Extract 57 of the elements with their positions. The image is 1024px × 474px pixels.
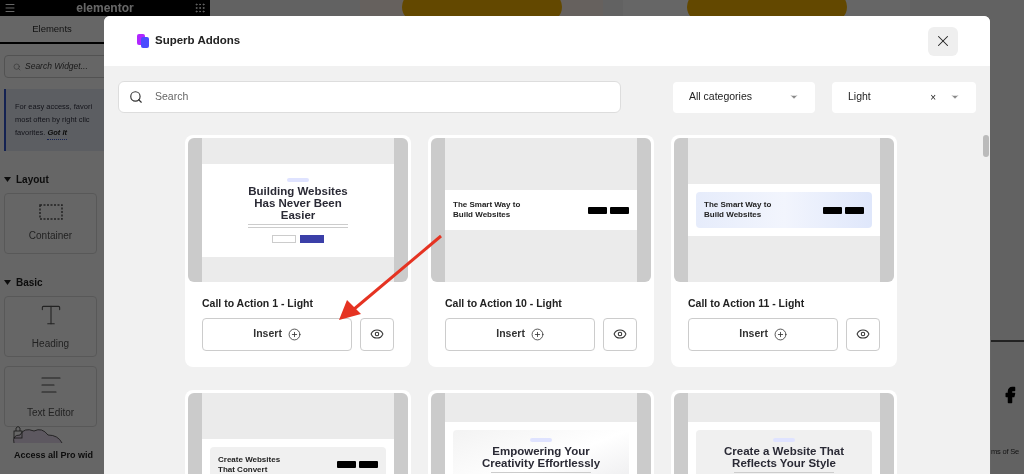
plus-circle-icon <box>773 327 787 341</box>
template-title: Call to Action 11 - Light <box>688 296 806 311</box>
close-button[interactable] <box>928 26 958 56</box>
insert-button[interactable]: Insert <box>445 317 596 351</box>
insert-button[interactable]: Insert <box>202 317 353 351</box>
widget-label: Container <box>28 229 73 243</box>
grid-icon[interactable] <box>194 2 206 14</box>
preview-heading: Empowering Your Creativity Effortlessly <box>481 445 601 470</box>
widget-label: Heading <box>31 337 70 351</box>
logo-icon <box>137 34 149 48</box>
dropdown-value: All categories <box>689 89 754 105</box>
app-store-badge <box>588 206 607 214</box>
filter-dropdown[interactable]: Light × <box>832 81 976 113</box>
dashed-rectangle-icon <box>38 204 63 220</box>
search-placeholder: Search Widget... <box>25 60 88 73</box>
caret-icon <box>789 92 799 102</box>
preview-button[interactable] <box>846 317 880 351</box>
preview-heading: Create a Website That Reflects Your Style <box>724 445 844 470</box>
filter-dropdown[interactable]: All categories <box>673 81 815 113</box>
caret-icon <box>950 92 960 102</box>
preview-heading: Building Websites Has Never Been Easier <box>247 184 349 221</box>
plus-circle-icon <box>530 327 544 341</box>
promo-text: Access all Pro wid <box>14 449 94 462</box>
caret-icon[interactable] <box>4 176 11 182</box>
preview-button[interactable] <box>360 317 394 351</box>
badge-mark <box>287 177 309 182</box>
clear-button[interactable]: × <box>930 89 936 105</box>
search-field[interactable]: Search <box>118 81 621 113</box>
section-heading: Basic <box>16 275 43 290</box>
search-icon <box>129 90 143 104</box>
caret-icon[interactable] <box>4 279 11 285</box>
insert-button[interactable]: Insert <box>688 317 839 351</box>
google-play-badge <box>845 206 864 214</box>
eye-icon <box>613 327 628 342</box>
template-title: Call to Action 10 - Light <box>445 296 563 311</box>
badge-mark <box>530 438 552 443</box>
brand-name: elementor <box>76 2 134 14</box>
app-store-badge <box>823 206 842 214</box>
widget-label: Text Editor <box>26 406 75 420</box>
app-store-badge <box>337 461 356 469</box>
modal-title: Superb Addons <box>155 33 241 49</box>
search-icon <box>13 62 21 71</box>
preview-heading: The Smart Way to Build Websites <box>453 200 522 220</box>
menu-icon[interactable] <box>4 2 16 14</box>
google-play-badge <box>359 461 378 469</box>
dropdown-value: Light <box>848 89 872 105</box>
preview-heading: The Smart Way to Build Websites <box>704 200 773 220</box>
scrollbar-thumb[interactable] <box>983 135 989 157</box>
preview-button[interactable] <box>603 317 637 351</box>
template-title: Call to Action 1 - Light <box>202 296 315 311</box>
eye-icon <box>856 327 871 342</box>
google-play-badge <box>610 206 629 214</box>
eye-icon <box>370 327 385 342</box>
section-heading: Layout <box>16 172 49 187</box>
plus-circle-icon <box>287 327 301 341</box>
preview-heading: Create Websites That Convert <box>218 454 282 474</box>
search-placeholder: Search <box>155 89 189 105</box>
